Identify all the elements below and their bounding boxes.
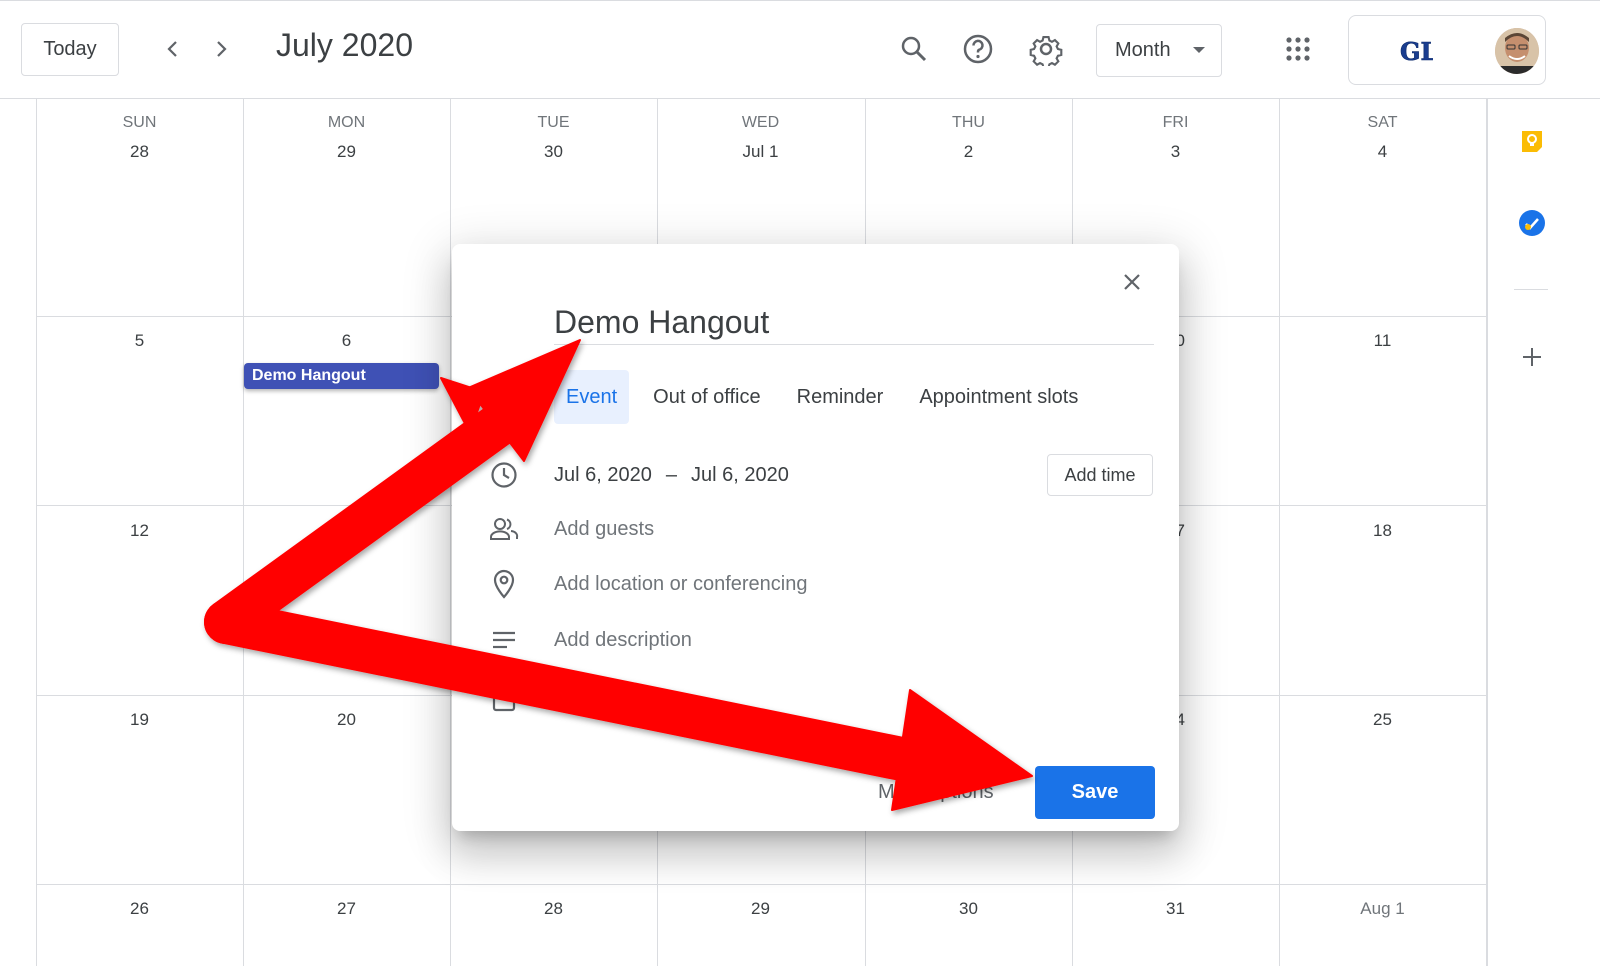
svg-text:GL: GL <box>1400 37 1433 66</box>
calendar-icon <box>488 684 520 716</box>
people-icon <box>488 513 520 545</box>
add-guests-field[interactable]: Add guests <box>554 518 654 541</box>
tab-reminder[interactable]: Reminder <box>785 370 896 424</box>
organization-logo: GL <box>1399 34 1438 68</box>
location-row: Add location or conferencing <box>488 568 808 600</box>
apps-grid-icon[interactable] <box>1278 29 1318 69</box>
day-number[interactable]: 26 <box>36 899 243 919</box>
add-location-field[interactable]: Add location or conferencing <box>554 573 808 596</box>
event-chip[interactable]: Demo Hangout <box>244 363 439 389</box>
view-selector[interactable]: Month <box>1096 24 1222 77</box>
chevron-right-icon[interactable] <box>203 31 239 67</box>
chevron-left-icon[interactable] <box>155 31 191 67</box>
add-time-button[interactable]: Add time <box>1047 454 1153 496</box>
help-icon[interactable] <box>958 29 998 69</box>
tab-out-of-office[interactable]: Out of office <box>641 370 772 424</box>
day-number[interactable]: Aug 1 <box>1279 899 1486 919</box>
day-number[interactable]: 29 <box>243 142 450 162</box>
weekday-header: FRI <box>1162 114 1189 131</box>
location-pin-icon <box>488 568 520 600</box>
account-switcher[interactable]: GL <box>1348 15 1546 85</box>
page-title: July 2020 <box>276 27 413 63</box>
description-row: Add description <box>488 624 692 656</box>
view-selector-label: Month <box>1115 39 1171 61</box>
caret-down-icon <box>1193 47 1205 53</box>
clock-icon <box>488 459 520 491</box>
description-icon <box>488 624 520 656</box>
day-number[interactable]: 6 <box>243 331 450 351</box>
day-number[interactable]: 20 <box>243 710 450 730</box>
day-number[interactable]: 25 <box>1279 710 1486 730</box>
day-number[interactable]: 18 <box>1279 521 1486 541</box>
tab-appointment-slots[interactable]: Appointment slots <box>907 370 1090 424</box>
weekday-header: THU <box>952 114 985 131</box>
plus-icon[interactable] <box>1516 341 1548 373</box>
day-number[interactable]: 28 <box>450 899 657 919</box>
day-number[interactable]: 19 <box>36 710 243 730</box>
day-number[interactable]: 3 <box>1072 142 1279 162</box>
date-row: Jul 6, 2020 – Jul 6, 2020 <box>488 459 789 491</box>
event-title-input[interactable] <box>554 300 1154 345</box>
add-description-field[interactable]: Add description <box>554 629 692 652</box>
guests-row: Add guests <box>488 513 654 545</box>
side-panel <box>1487 99 1600 966</box>
calendar-row <box>488 684 554 716</box>
weekday-header: SAT <box>1367 114 1398 131</box>
save-button[interactable]: Save <box>1035 766 1155 819</box>
day-number[interactable]: 29 <box>657 899 864 919</box>
day-number[interactable]: 30 <box>450 142 657 162</box>
close-icon[interactable] <box>1116 266 1148 298</box>
weekday-header: SUN <box>122 114 157 131</box>
day-number[interactable]: 13 <box>243 521 450 541</box>
date-separator: – <box>665 463 677 486</box>
day-number[interactable]: 30 <box>865 899 1072 919</box>
day-number[interactable]: 4 <box>1279 142 1486 162</box>
day-number[interactable]: 28 <box>36 142 243 162</box>
tasks-icon[interactable] <box>1516 207 1548 239</box>
quick-event-dialog: Event Out of office Reminder Appointment… <box>452 244 1179 831</box>
top-bar: Today July 2020 Month GL <box>0 0 1600 99</box>
day-number[interactable]: 2 <box>865 142 1072 162</box>
day-number[interactable]: 12 <box>36 521 243 541</box>
day-number[interactable]: 31 <box>1072 899 1279 919</box>
day-number[interactable]: 11 <box>1279 331 1486 351</box>
avatar[interactable] <box>1495 28 1539 74</box>
divider <box>1514 289 1548 290</box>
weekday-header: TUE <box>537 114 570 131</box>
weekday-header: MON <box>327 114 366 131</box>
end-date[interactable]: Jul 6, 2020 <box>691 464 789 487</box>
day-number[interactable]: 27 <box>243 899 450 919</box>
more-options-button[interactable]: More options <box>878 781 994 804</box>
today-button[interactable]: Today <box>21 23 119 76</box>
keep-icon[interactable] <box>1516 125 1548 157</box>
day-number[interactable]: 5 <box>36 331 243 351</box>
start-date[interactable]: Jul 6, 2020 <box>554 464 652 487</box>
event-type-tabs: Event Out of office Reminder Appointment… <box>554 370 1102 424</box>
day-number[interactable]: Jul 1 <box>657 142 864 162</box>
search-icon[interactable] <box>894 29 934 69</box>
tab-event[interactable]: Event <box>554 370 630 424</box>
weekday-header: WED <box>741 114 780 131</box>
gear-icon[interactable] <box>1026 29 1066 69</box>
